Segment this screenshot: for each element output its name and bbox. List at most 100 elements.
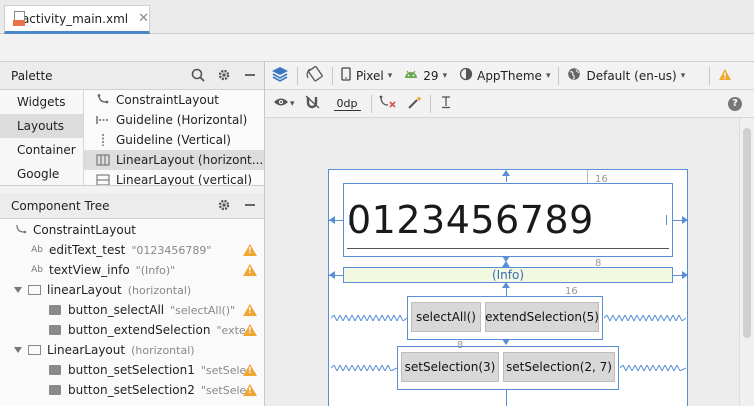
editor-tab-bar: activity_main.xml ✕ <box>0 0 754 34</box>
edit-text-icon: Ab <box>31 245 43 255</box>
palette-item-guideline-horizontal[interactable]: Guideline (Horizontal) <box>84 110 264 130</box>
chain-spring <box>331 365 397 371</box>
theme-dropdown[interactable]: AppTheme ▾ <box>453 62 556 90</box>
palette-category-container[interactable]: Container <box>0 138 83 162</box>
scrollbar-thumb[interactable] <box>743 128 751 338</box>
chain-spring <box>620 365 686 371</box>
locale-dropdown[interactable]: Default (en-us) ▾ <box>561 62 691 90</box>
tree-row-sublabel: (horizontal) <box>127 283 192 297</box>
guidelines-button[interactable] <box>433 90 459 118</box>
eye-icon <box>273 96 289 111</box>
palette-category-google[interactable]: Google <box>0 162 83 185</box>
edittext-value: 0123456789 <box>347 198 594 242</box>
warning-icon[interactable] <box>243 324 257 336</box>
constraint-toolbar: ▾ 0dp ? <box>265 90 754 118</box>
clear-constraints-button[interactable] <box>374 90 402 118</box>
minimize-icon[interactable] <box>242 67 258 83</box>
component-tree-header: Component Tree <box>0 193 264 219</box>
chevron-down-icon: ▾ <box>442 70 448 81</box>
clear-constraints-icon <box>379 95 397 112</box>
editor-mode-strip <box>0 34 754 62</box>
tree-row-button-extendselection[interactable]: button_extendSelection "exte... <box>0 320 264 340</box>
extend-selection-button[interactable]: extendSelection(5) <box>485 302 599 332</box>
palette-item-guideline-vertical[interactable]: Guideline (Vertical) <box>84 130 264 150</box>
layers-button[interactable] <box>265 62 295 90</box>
tree-row-button-selectall[interactable]: button_selectAll "selectAll()" <box>0 300 264 320</box>
device-label: Pixel <box>356 68 384 83</box>
tree-row-label: button_extendSelection <box>68 323 211 337</box>
tree-row-edittext-test[interactable]: Ab editText_test "0123456789" <box>0 240 264 260</box>
tree-row-label: button_selectAll <box>68 303 165 317</box>
tree-row-linearlayout-1[interactable]: linearLayout (horizontal) <box>0 280 264 300</box>
tree-row-button-setselection1[interactable]: button_setSelection1 "setSele... <box>0 360 264 380</box>
edittext-test[interactable]: 0123456789 <box>343 183 673 257</box>
gear-icon[interactable] <box>216 67 232 83</box>
canvas-scrollbar[interactable] <box>739 118 754 406</box>
toolbar-separator <box>332 66 333 85</box>
locale-label: Default (en-us) <box>586 68 677 83</box>
warning-icon[interactable] <box>243 384 257 396</box>
select-all-button[interactable]: selectAll() <box>411 302 481 332</box>
chevron-down-icon: ▾ <box>290 98 295 109</box>
design-canvas[interactable]: 16 0123456789 8 (Info) 16 selectAll() ex… <box>265 118 739 406</box>
orientation-button[interactable] <box>300 62 330 90</box>
file-tab-activity-main[interactable]: activity_main.xml ✕ <box>4 5 150 34</box>
palette-item-label: Guideline (Vertical) <box>116 133 231 147</box>
button-icon <box>49 325 61 335</box>
tree-row-textview-info[interactable]: Ab textView_info "(Info)" <box>0 260 264 280</box>
palette-item-label: Guideline (Horizontal) <box>116 113 248 127</box>
textview-info[interactable]: (Info) <box>343 267 673 283</box>
close-icon[interactable]: ✕ <box>138 11 149 26</box>
palette-categories: Widgets Layouts Container Google <box>0 90 84 185</box>
palette-header: Palette <box>0 62 264 90</box>
constraint-arrow-icon <box>682 216 688 224</box>
warning-icon[interactable] <box>243 364 257 376</box>
help-button[interactable]: ? <box>728 90 754 118</box>
palette-title: Palette <box>11 68 53 83</box>
component-tree-title: Component Tree <box>11 198 110 213</box>
palette-item-linear-layout-vertical[interactable]: LinearLayout (vertical) <box>84 170 264 185</box>
tree-row-label: button_setSelection1 <box>68 363 195 377</box>
minimize-icon[interactable] <box>242 197 258 213</box>
set-selection-2-button[interactable]: setSelection(2, 7) <box>503 352 615 382</box>
tree-row-linearlayout-2[interactable]: LinearLayout (horizontal) <box>0 340 264 360</box>
infer-constraints-button[interactable] <box>402 90 428 118</box>
tree-row-button-setselection2[interactable]: button_setSelection2 "setSele... <box>0 380 264 400</box>
tree-row-label: textView_info <box>49 263 130 277</box>
api-level-dropdown[interactable]: 29 ▾ <box>398 62 453 90</box>
tree-row-constraint-layout[interactable]: ConstraintLayout <box>0 220 264 240</box>
warnings-button[interactable] <box>712 62 738 90</box>
palette-item-label: ConstraintLayout <box>116 93 220 107</box>
warning-icon[interactable] <box>243 264 257 276</box>
view-options-button[interactable]: ▾ <box>265 90 300 118</box>
chain-spring <box>331 315 407 321</box>
guideline-horizontal-icon <box>95 113 111 127</box>
expand-arrow-icon[interactable] <box>14 347 22 353</box>
text-view-icon: Ab <box>31 265 43 275</box>
palette-item-constraint-layout[interactable]: ConstraintLayout <box>84 90 264 110</box>
constraint-layout-icon <box>14 224 28 236</box>
warning-icon[interactable] <box>243 304 257 316</box>
palette-category-widgets[interactable]: Widgets <box>0 90 83 114</box>
warning-icon[interactable] <box>243 244 257 256</box>
palette-widget-list: ConstraintLayout Guideline (Horizontal) … <box>84 90 264 185</box>
toolbar-separator <box>370 94 372 113</box>
autoconnect-toggle[interactable] <box>300 90 326 118</box>
palette-category-layouts[interactable]: Layouts <box>0 114 83 138</box>
tree-row-sublabel: "selectAll()" <box>170 303 236 317</box>
palette-item-linear-layout-horizontal[interactable]: LinearLayout (horizont... <box>84 150 264 170</box>
constraint-line <box>673 275 688 276</box>
tree-row-label: ConstraintLayout <box>33 223 137 237</box>
expand-arrow-icon[interactable] <box>14 287 22 293</box>
layers-icon <box>271 66 289 85</box>
search-icon[interactable] <box>190 67 206 83</box>
constraint-arrow-icon <box>502 339 510 345</box>
device-dropdown[interactable]: Pixel ▾ <box>335 62 398 90</box>
warning-icon <box>718 68 732 84</box>
tree-row-label: linearLayout <box>47 283 122 297</box>
default-margin-button[interactable]: 0dp <box>326 90 369 118</box>
gear-icon[interactable] <box>216 197 232 213</box>
default-margin-value: 0dp <box>333 97 361 111</box>
device-preview[interactable]: 16 0123456789 8 (Info) 16 selectAll() ex… <box>328 169 688 406</box>
set-selection-1-button[interactable]: setSelection(3) <box>401 352 499 382</box>
